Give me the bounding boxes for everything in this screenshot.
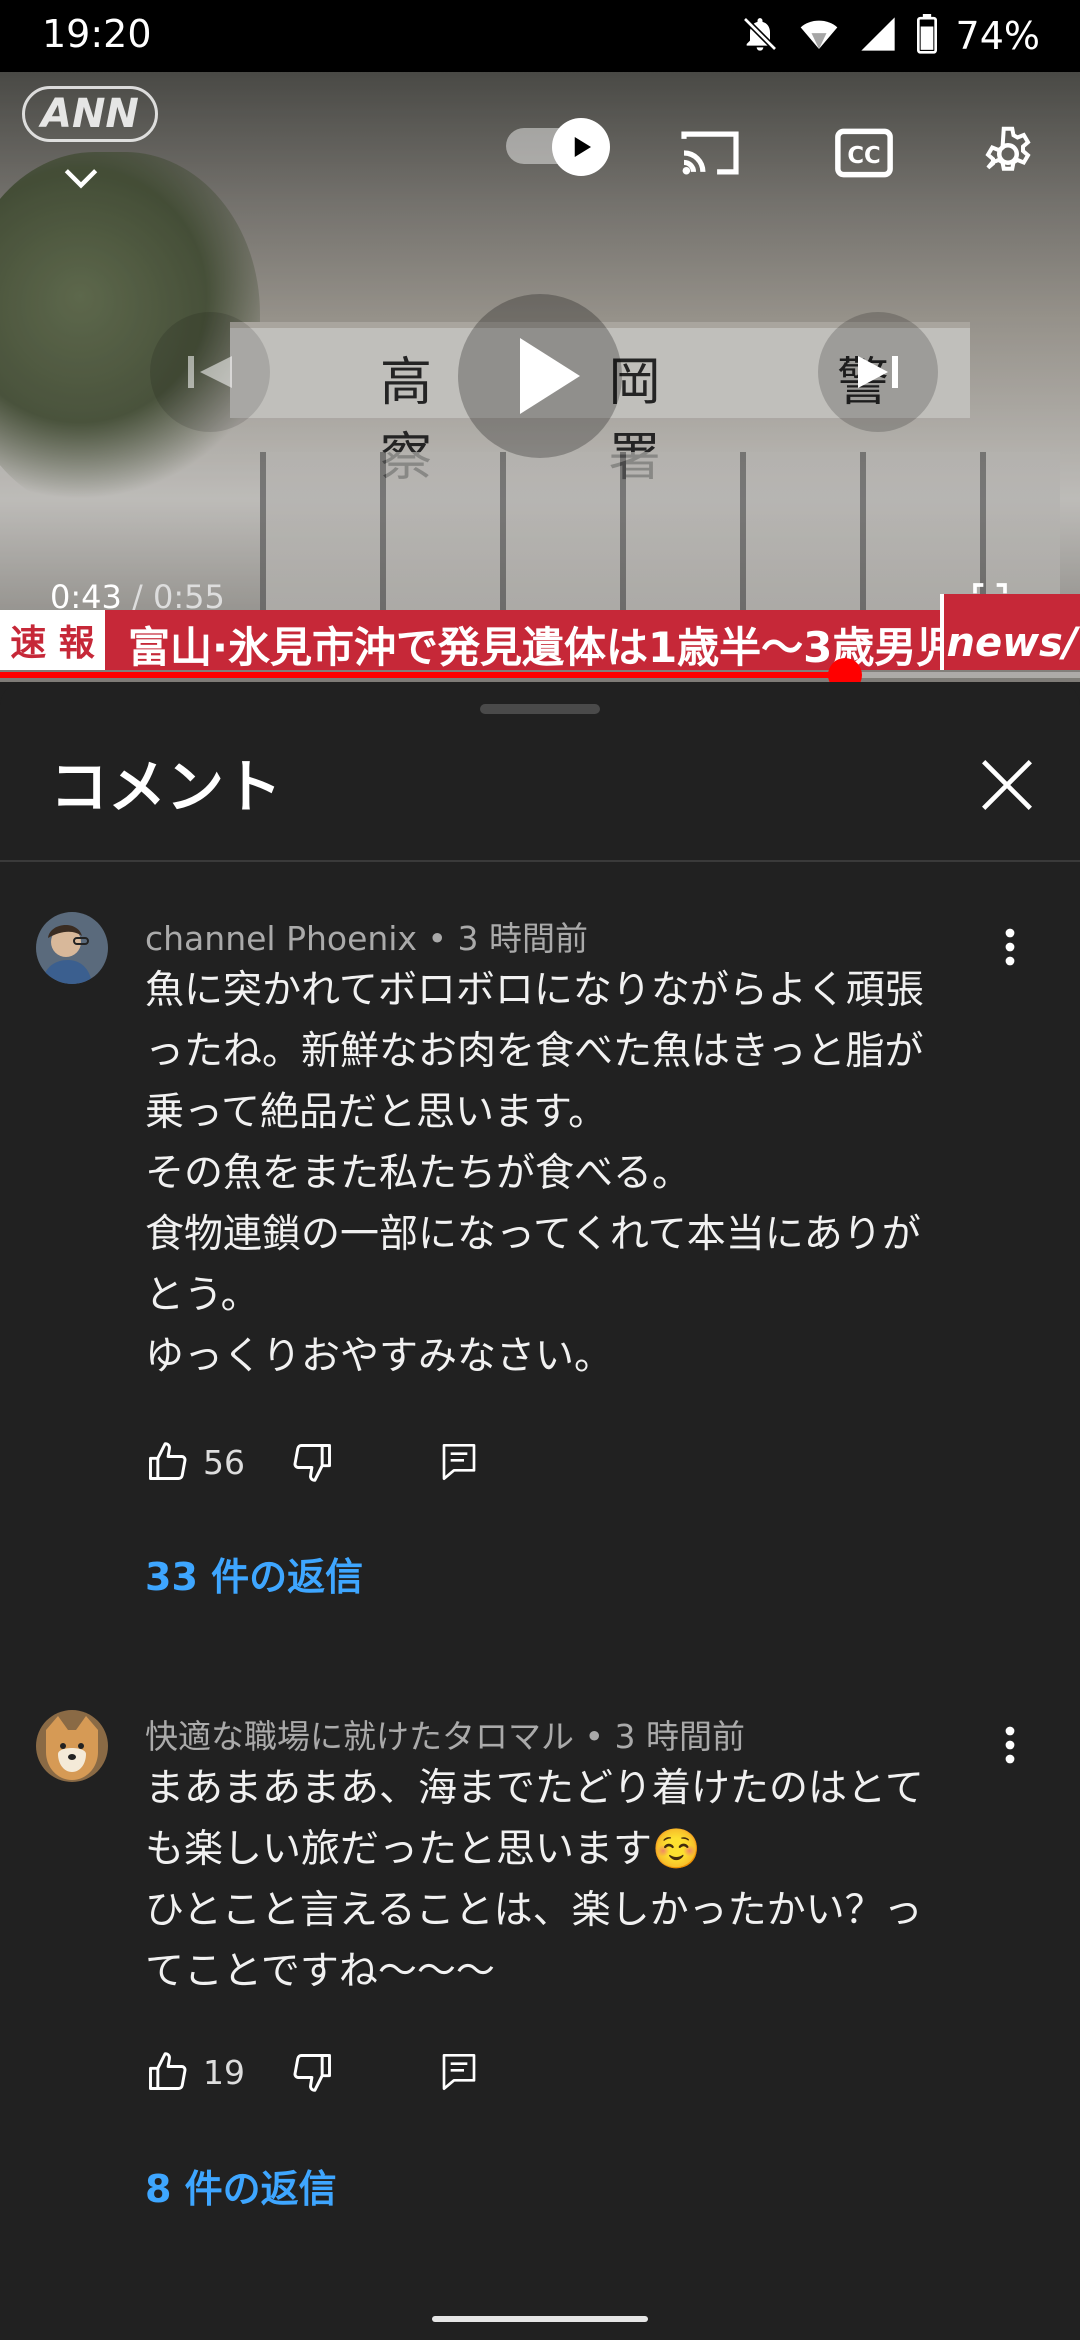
battery-icon	[916, 14, 938, 58]
comment-author[interactable]: 快適な職場に就けたタロマル	[145, 1717, 574, 1756]
next-video-button[interactable]	[818, 312, 938, 432]
autoplay-play-icon	[574, 137, 591, 157]
comment-text: 魚に突かれてボロボロになりながらよく頑張 ったね。新鮮なお肉を食べた魚はきっと脂…	[145, 968, 924, 1379]
comment-meta: channel Phoenix • 3 時間前	[145, 919, 588, 958]
previous-video-button[interactable]	[150, 312, 270, 432]
cast-icon[interactable]	[670, 118, 750, 188]
avatar[interactable]	[36, 912, 108, 984]
comment-author[interactable]: channel Phoenix	[145, 919, 417, 958]
thumb-up-icon	[149, 1442, 187, 1480]
reply-button[interactable]	[439, 1440, 479, 1484]
avatar[interactable]	[36, 1710, 108, 1782]
reply-comment-icon	[442, 1444, 476, 1480]
reply-button[interactable]	[439, 2050, 479, 2094]
comment-time: 3 時間前	[457, 919, 588, 958]
breaking-tag: 速 報	[0, 610, 105, 670]
video-player[interactable]: 高 岡 警 察 署 ANN CC 0:43 / 0:55 速 報 富山·氷見市沖…	[0, 72, 1080, 682]
comment-time: 3 時間前	[614, 1717, 745, 1756]
close-icon[interactable]	[972, 750, 1042, 820]
seek-bar[interactable]	[0, 658, 1080, 692]
wifi-icon	[798, 14, 840, 58]
thumb-up-icon	[149, 2052, 187, 2090]
play-button[interactable]	[458, 294, 622, 458]
seek-bar-played	[0, 672, 845, 678]
dislike-button[interactable]	[291, 2050, 335, 2094]
bell-off-icon	[740, 14, 780, 58]
comment-text: まあまあまあ、海までたどり着けたのはとて も楽しい旅だったと思います☺️ ひとこ…	[145, 1766, 924, 1994]
status-icons: 74%	[740, 10, 1040, 62]
like-count: 56	[203, 1442, 245, 1482]
like-count: 19	[203, 2052, 245, 2092]
status-time: 19:20	[42, 12, 152, 56]
header-divider	[0, 860, 1080, 862]
status-bar: 19:20 74%	[0, 0, 1080, 72]
skip-next-icon	[858, 356, 898, 388]
broadcaster-logo: news/	[940, 594, 1080, 670]
view-replies-button[interactable]: 33 件の返信	[145, 1546, 363, 1601]
closed-captions-icon[interactable]: CC	[824, 118, 904, 188]
channel-watermark: ANN	[22, 86, 158, 142]
gesture-navigation-bar[interactable]	[432, 2316, 648, 2322]
thumb-down-icon	[293, 2054, 331, 2092]
settings-gear-icon[interactable]	[968, 114, 1048, 194]
reply-comment-icon	[442, 2054, 476, 2091]
like-button[interactable]: 19	[145, 2050, 245, 2094]
battery-percentage: 74%	[955, 14, 1040, 58]
svg-text:CC: CC	[847, 143, 880, 169]
news-ticker: 速 報 富山·氷見市沖で発見遺体は1歳半～3歳男児 news/	[0, 594, 1080, 672]
autoplay-toggle-knob[interactable]	[552, 118, 610, 176]
skip-previous-icon	[188, 356, 232, 388]
signal-icon	[858, 14, 898, 58]
comment-actions: 56	[145, 1432, 479, 1492]
view-replies-button[interactable]: 8 件の返信	[145, 2158, 337, 2213]
drag-handle[interactable]	[480, 704, 600, 714]
thumb-down-icon	[293, 1444, 331, 1482]
dislike-button[interactable]	[291, 1440, 335, 1484]
comment-meta: 快適な職場に就けたタロマル • 3 時間前	[145, 1717, 745, 1756]
comments-panel: コメント channel Phoenix • 3 時間前 魚に突かれてボロボロに…	[0, 682, 1080, 2340]
like-button[interactable]: 56	[145, 1440, 245, 1484]
comments-title: コメント	[50, 753, 283, 821]
play-icon	[520, 338, 580, 414]
comment-actions: 19	[145, 2042, 479, 2102]
minimize-chevron-icon[interactable]	[46, 148, 116, 208]
